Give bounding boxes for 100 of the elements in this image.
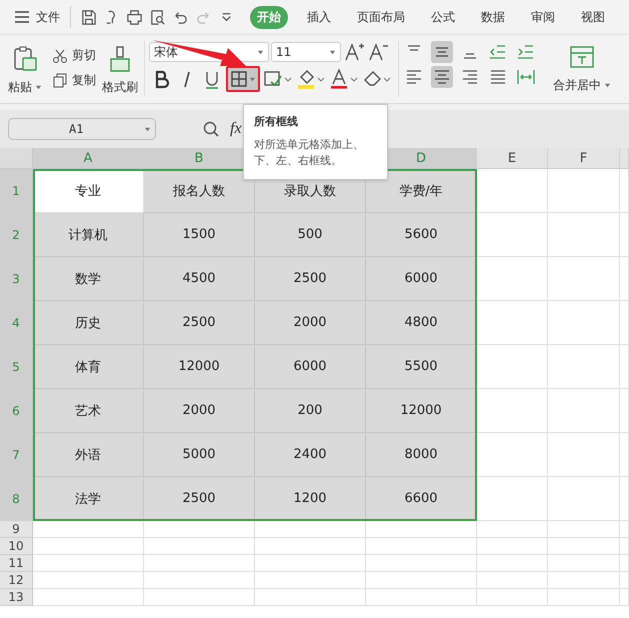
empty-cell: [548, 389, 620, 433]
empty-cell: [620, 301, 629, 345]
caret-icon: [257, 48, 264, 56]
tooltip-title: 所有框线: [254, 114, 299, 129]
empty-cell: [477, 572, 548, 589]
table-cell: 8000: [366, 433, 477, 477]
caret-icon: [144, 126, 151, 132]
caret-icon: [604, 82, 611, 89]
table-cell: 2000: [255, 301, 366, 345]
ribbon-tab[interactable]: 视图: [574, 6, 612, 28]
caret-icon: [249, 76, 256, 82]
table-cell: 500: [255, 213, 366, 257]
table-cell: 外语: [33, 433, 144, 477]
zoom-icon[interactable]: [202, 120, 220, 138]
table-cell: 计算机: [33, 213, 144, 257]
table-cell: 5500: [366, 345, 477, 389]
column-header[interactable]: F: [548, 148, 620, 169]
ribbon-tab[interactable]: 审阅: [524, 6, 562, 28]
table-cell: 4800: [366, 301, 477, 345]
fill-color-icon[interactable]: [296, 68, 326, 90]
cut-button[interactable]: 剪切: [52, 47, 96, 64]
table-cell: 4500: [144, 257, 255, 301]
all-borders-button[interactable]: [226, 66, 260, 92]
table-cell: 2500: [144, 301, 255, 345]
ribbon-tab[interactable]: 插入: [300, 6, 338, 28]
copy-button[interactable]: 复制: [52, 72, 96, 89]
caret-icon: [35, 84, 42, 91]
empty-cell: [620, 389, 629, 433]
row-header[interactable]: 9: [0, 521, 33, 538]
empty-cell: [620, 555, 629, 572]
table-cell: 12000: [366, 389, 477, 433]
empty-cell: [548, 477, 620, 521]
table-cell: 2000: [144, 389, 255, 433]
empty-cell: [548, 589, 620, 606]
align-middle-icon[interactable]: [431, 41, 453, 63]
copy-icon: [52, 72, 68, 88]
empty-cell: [620, 477, 629, 521]
scissors-icon: [52, 48, 68, 64]
empty-cell: [477, 538, 548, 555]
empty-cell: [548, 213, 620, 257]
empty-cell: [548, 301, 620, 345]
row-header[interactable]: 12: [0, 572, 33, 589]
empty-cell: [620, 589, 629, 606]
column-header[interactable]: E: [477, 148, 548, 169]
file-menu[interactable]: 文件: [14, 8, 60, 26]
row-header[interactable]: 11: [0, 555, 33, 572]
paste-button[interactable]: 粘贴: [8, 41, 42, 103]
name-box[interactable]: A1: [8, 118, 156, 140]
table-cell: 2400: [255, 433, 366, 477]
empty-cell: [620, 538, 629, 555]
menu-icon: [14, 11, 30, 23]
align-center-icon[interactable]: [431, 66, 453, 88]
paste-label: 粘贴: [8, 79, 32, 96]
table-cell: 2500: [255, 257, 366, 301]
empty-cell: [548, 538, 620, 555]
empty-cell: [548, 521, 620, 538]
shrink-font-icon[interactable]: [367, 41, 389, 63]
empty-cell: [548, 433, 620, 477]
empty-cell: [548, 555, 620, 572]
table-cell: 法学: [33, 477, 144, 521]
empty-cell: [548, 257, 620, 301]
empty-cell: [620, 345, 629, 389]
empty-cell: [620, 257, 629, 301]
ribbon-tab[interactable]: 数据: [474, 6, 512, 28]
table-cell: 12000: [144, 345, 255, 389]
empty-cell: [477, 589, 548, 606]
ribbon-tab[interactable]: 页面布局: [350, 6, 412, 28]
table-cell: 6600: [366, 477, 477, 521]
function-label[interactable]: fx: [230, 120, 242, 138]
row-header[interactable]: 13: [0, 589, 33, 606]
print-icon[interactable]: [126, 8, 143, 26]
table-cell: 200: [255, 389, 366, 433]
table-cell: 5600: [366, 213, 477, 257]
empty-cell: [548, 572, 620, 589]
caret-icon: [329, 48, 336, 56]
ribbon-tab[interactable]: 公式: [424, 6, 462, 28]
font-size-select[interactable]: 11: [271, 42, 341, 62]
empty-cell: [620, 572, 629, 589]
table-cell: 6000: [366, 257, 477, 301]
empty-cell: [477, 555, 548, 572]
empty-cell: [548, 169, 620, 213]
grow-font-icon[interactable]: [343, 41, 365, 63]
empty-cell: [477, 521, 548, 538]
grid-icon: [230, 70, 248, 88]
table-cell: 2500: [144, 477, 255, 521]
table-cell: 6000: [255, 345, 366, 389]
row-header[interactable]: 10: [0, 538, 33, 555]
table-cell: 体育: [33, 345, 144, 389]
table-cell: 1200: [255, 477, 366, 521]
table-cell: 历史: [33, 301, 144, 345]
table-cell: 1500: [144, 213, 255, 257]
merge-label: 合并居中: [553, 77, 601, 94]
merge-center-button[interactable]: 合并居中: [553, 41, 611, 103]
save-icon[interactable]: [80, 8, 97, 26]
format-painter-button[interactable]: 格式刷: [102, 41, 138, 103]
merge-cells-icon: [569, 45, 595, 69]
preview-icon[interactable]: [149, 8, 166, 26]
table-cell: 5000: [144, 433, 255, 477]
tooltip-text: 对所选单元格添加上、下、左、右框线。: [254, 137, 365, 169]
font-color-icon[interactable]: [329, 68, 359, 90]
